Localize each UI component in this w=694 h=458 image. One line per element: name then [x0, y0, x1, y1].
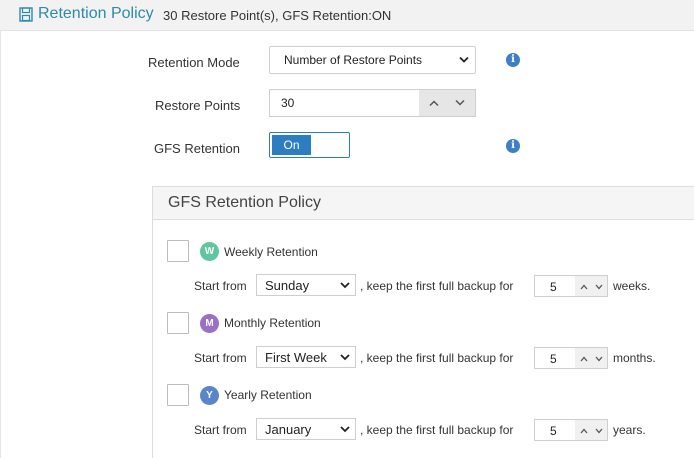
retention-mode-label: Retention Mode	[148, 55, 240, 70]
stepper-buttons	[419, 90, 475, 116]
chevron-up-icon[interactable]	[580, 284, 588, 290]
monthly-count-value: 5	[550, 352, 557, 366]
restore-points-value: 30	[281, 96, 295, 110]
monthly-start-label: Start from	[194, 351, 247, 365]
yearly-badge: Y	[200, 386, 219, 405]
monthly-retention-checkbox[interactable]	[167, 312, 189, 334]
weekly-keep-text: , keep the first full backup for	[360, 279, 514, 293]
yearly-count-value: 5	[550, 424, 557, 438]
yearly-keep-text: , keep the first full backup for	[360, 423, 514, 437]
monthly-keep-text: , keep the first full backup for	[360, 351, 514, 365]
weekly-start-select[interactable]: Sunday	[256, 274, 356, 296]
retention-policy-header[interactable]: Retention Policy 30 Restore Point(s), GF…	[0, 0, 694, 31]
weekly-badge: W	[200, 242, 219, 261]
weekly-unit: weeks.	[613, 279, 651, 293]
weekly-retention-label: Weekly Retention	[224, 245, 318, 259]
yearly-retention-label: Yearly Retention	[224, 388, 312, 402]
stepper-buttons	[575, 276, 607, 296]
stepper-buttons	[575, 348, 607, 368]
retention-mode-value: Number of Restore Points	[284, 53, 423, 67]
save-icon	[19, 7, 33, 22]
chevron-down-icon[interactable]	[595, 284, 603, 290]
chevron-down-icon	[340, 282, 350, 289]
monthly-badge: M	[200, 314, 219, 333]
gfs-retention-label: GFS Retention	[154, 141, 240, 156]
chevron-down-icon[interactable]	[595, 428, 603, 434]
stepper-buttons	[575, 420, 607, 440]
retention-mode-select[interactable]: Number of Restore Points	[269, 46, 476, 74]
yearly-count-stepper[interactable]: 5	[534, 419, 608, 441]
weekly-count-value: 5	[550, 280, 557, 294]
section-title: Retention Policy	[38, 5, 154, 22]
yearly-start-select[interactable]: January	[256, 418, 356, 440]
restore-points-label: Restore Points	[155, 98, 241, 113]
weekly-start-label: Start from	[194, 279, 247, 293]
chevron-up-icon[interactable]	[429, 100, 439, 107]
chevron-down-icon	[459, 56, 469, 63]
yearly-retention-checkbox[interactable]	[167, 384, 189, 406]
monthly-start-select[interactable]: First Week	[256, 346, 356, 368]
restore-points-stepper[interactable]: 30	[269, 89, 476, 117]
info-icon[interactable]: i	[506, 53, 520, 67]
yearly-unit: years.	[613, 423, 646, 437]
yearly-start-label: Start from	[194, 423, 247, 437]
monthly-count-stepper[interactable]: 5	[534, 347, 608, 369]
gfs-policy-title: GFS Retention Policy	[168, 194, 321, 211]
monthly-retention-label: Monthly Retention	[224, 316, 321, 330]
chevron-down-icon	[340, 426, 350, 433]
yearly-start-value: January	[265, 422, 312, 437]
retention-summary: 30 Restore Point(s), GFS Retention:ON	[163, 8, 392, 23]
gfs-policy-header: GFS Retention Policy	[153, 187, 694, 220]
monthly-unit: months.	[613, 351, 656, 365]
info-icon[interactable]: i	[506, 139, 520, 153]
chevron-down-icon[interactable]	[455, 99, 465, 107]
weekly-count-stepper[interactable]: 5	[534, 275, 608, 297]
chevron-up-icon[interactable]	[580, 428, 588, 434]
weekly-retention-checkbox[interactable]	[167, 240, 189, 262]
chevron-down-icon	[340, 354, 350, 361]
monthly-start-value: First Week	[265, 350, 327, 365]
chevron-up-icon[interactable]	[580, 356, 588, 362]
weekly-start-value: Sunday	[265, 278, 310, 293]
chevron-down-icon[interactable]	[595, 356, 603, 362]
toggle-on-label: On	[272, 135, 311, 155]
gfs-retention-toggle[interactable]: On	[269, 132, 350, 158]
